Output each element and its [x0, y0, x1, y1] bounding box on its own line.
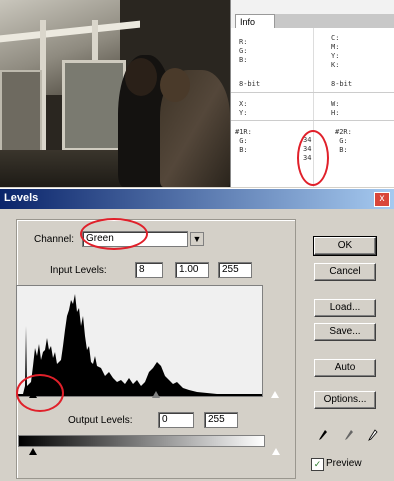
channel-select[interactable]: Green	[82, 231, 188, 247]
info-sampler2-readout: #2R: G: B:	[335, 128, 352, 154]
histogram	[16, 285, 263, 397]
output-levels-white-field[interactable]: 255	[204, 412, 238, 428]
save-button[interactable]: Save...	[314, 323, 376, 341]
input-white-slider[interactable]	[271, 391, 279, 398]
input-levels-label: Input Levels:	[50, 265, 107, 276]
levels-dialog: Levels x Channel: Green ▼ Input Levels: …	[0, 188, 394, 481]
input-gamma-slider[interactable]	[152, 391, 160, 398]
info-tab[interactable]: Info	[235, 14, 275, 28]
photo-window	[62, 60, 126, 151]
info-sampler1-readout: #1R: G: B:	[235, 128, 252, 154]
output-black-slider[interactable]	[29, 448, 37, 455]
info-bitdepth-right: 8-bit	[331, 80, 353, 88]
white-eyedropper-icon[interactable]	[368, 429, 378, 441]
info-xy-readout: X: Y:	[239, 100, 248, 117]
photo-groom-head	[125, 58, 157, 96]
info-tab-bar	[275, 14, 394, 29]
chevron-down-icon[interactable]: ▼	[190, 232, 204, 246]
black-eyedropper-icon[interactable]	[318, 429, 328, 441]
options-button[interactable]: Options...	[314, 391, 376, 409]
photo-bride-head	[160, 68, 190, 102]
info-separator	[231, 120, 394, 121]
output-levels-label: Output Levels:	[68, 415, 133, 426]
channel-label: Channel:	[34, 234, 75, 245]
dialog-title: Levels	[4, 192, 39, 204]
preview-checkbox[interactable]: ✓	[311, 458, 324, 471]
close-icon[interactable]: x	[374, 192, 390, 207]
output-white-slider[interactable]	[272, 448, 280, 455]
info-bitdepth-left: 8-bit	[239, 80, 261, 88]
ok-button[interactable]: OK	[313, 236, 377, 256]
document-photo	[0, 0, 230, 187]
auto-button[interactable]: Auto	[314, 359, 376, 377]
input-levels-white-field[interactable]: 255	[218, 262, 252, 278]
output-gradient-bar	[18, 435, 265, 447]
info-cmyk-readout: C: M: Y: K:	[331, 34, 340, 69]
input-levels-gamma-field[interactable]: 1.00	[175, 262, 209, 278]
gray-eyedropper-icon[interactable]	[344, 429, 354, 441]
info-rgb-readout: R: G: B:	[239, 38, 248, 64]
output-levels-black-field[interactable]: 0	[158, 412, 194, 428]
info-separator	[231, 92, 394, 93]
input-levels-black-field[interactable]: 8	[135, 262, 163, 278]
dialog-titlebar[interactable]: Levels x	[0, 189, 394, 209]
preview-label: Preview	[326, 458, 362, 469]
load-button[interactable]: Load...	[314, 299, 376, 317]
cancel-button[interactable]: Cancel	[314, 263, 376, 281]
info-wh-readout: W: H:	[331, 100, 340, 117]
annotation-circle-info	[297, 130, 329, 186]
input-black-slider[interactable]	[29, 391, 37, 398]
